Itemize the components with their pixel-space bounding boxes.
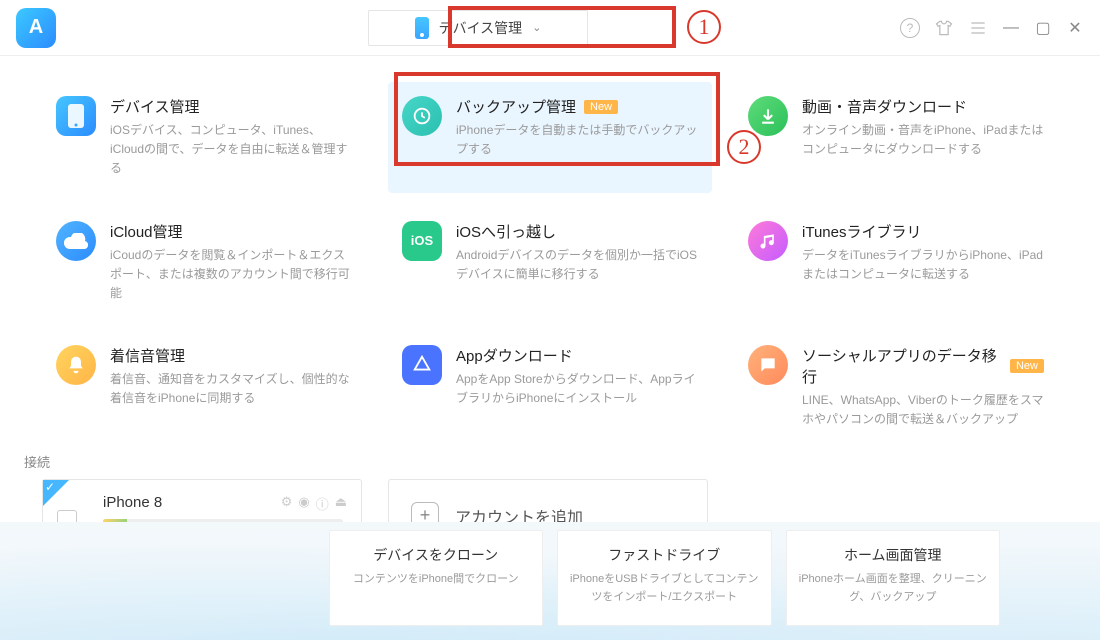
footer-card-title: ファストドライブ [568, 545, 761, 565]
card-title: iTunesライブラリ [802, 221, 921, 242]
eject-icon[interactable]: ⏏ [335, 494, 347, 513]
device-manage-dropdown[interactable]: デバイス管理 ⌄ [368, 10, 588, 46]
footer-card-clone[interactable]: デバイスをクローン コンテンツをiPhone間でクローン [329, 530, 544, 626]
menu-button[interactable] [968, 18, 988, 38]
card-desc: iOSデバイス、コンピュータ、iTunes、iCloudの間で、データを自由に転… [110, 121, 352, 179]
footer-card-title: ホーム画面管理 [797, 545, 990, 565]
card-ios-migration[interactable]: iOS iOSへ引っ越し Androidデバイスのデータを個別か一括でiOSデバ… [388, 207, 712, 318]
card-title: バックアップ管理 [456, 96, 576, 117]
card-desc: 着信音、通知音をカスタマイズし、個性的な着信音をiPhoneに同期する [110, 370, 352, 408]
card-desc: iCoudのデータを閲覧＆インポート＆エクスポート、または複数のアカウント間で移… [110, 246, 352, 304]
cloud-icon [56, 221, 96, 261]
gear-icon[interactable]: ⚙ [281, 494, 293, 513]
annotation-1: 1 [687, 10, 721, 44]
card-desc: データをiTunesライブラリからiPhone、iPadまたはコンピュータに転送… [802, 246, 1044, 284]
help-button[interactable]: ? [900, 18, 920, 38]
card-title: デバイス管理 [110, 96, 200, 117]
card-social-app-migration[interactable]: ソーシャルアプリのデータ移行 New LINE、WhatsApp、Viberのト… [734, 331, 1058, 443]
footer: デバイスをクローン コンテンツをiPhone間でクローン ファストドライブ iP… [0, 522, 1100, 640]
info-icon[interactable]: ⓘ [316, 494, 329, 513]
footer-card-fastdrive[interactable]: ファストドライブ iPhoneをUSBドライブとしてコンテンツをインポート/エク… [557, 530, 772, 626]
footer-card-desc: コンテンツをiPhone間でクローン [340, 571, 533, 589]
card-title: 動画・音声ダウンロード [802, 96, 967, 117]
chevron-down-icon: ⌄ [532, 21, 541, 34]
main-content: デバイス管理 iOSデバイス、コンピュータ、iTunes、iCloudの間で、デ… [0, 56, 1100, 444]
card-icloud-management[interactable]: iCloud管理 iCoudのデータを閲覧＆インポート＆エクスポート、または複数… [42, 207, 366, 318]
phone-icon [56, 96, 96, 136]
card-ringtone-management[interactable]: 着信音管理 着信音、通知音をカスタマイズし、個性的な着信音をiPhoneに同期す… [42, 331, 366, 443]
footer-card-desc: iPhoneホーム画面を整理、クリーニング、バックアップ [797, 571, 990, 606]
card-itunes-library[interactable]: iTunesライブラリ データをiTunesライブラリからiPhone、iPad… [734, 207, 1058, 318]
close-button[interactable]: ✕ [1066, 18, 1084, 38]
card-desc: LINE、WhatsApp、Viberのトーク履歴をスマホやパソコンの間で転送＆… [802, 391, 1044, 429]
check-icon [43, 480, 69, 506]
appstore-icon [402, 345, 442, 385]
maximize-button[interactable]: ▢ [1034, 18, 1052, 38]
minimize-button[interactable]: — [1002, 19, 1020, 37]
backup-icon [402, 96, 442, 136]
card-app-download[interactable]: Appダウンロード AppをApp Storeからダウンロード、Appライブラリ… [388, 331, 712, 443]
center-tab-label: デバイス管理 [439, 18, 523, 38]
card-title: iOSへ引っ越し [456, 221, 556, 242]
new-badge: New [1010, 359, 1044, 373]
app-logo: A [16, 8, 56, 48]
ios-icon: iOS [402, 221, 442, 261]
titlebar: A デバイス管理 ⌄ ? — ▢ ✕ [0, 0, 1100, 56]
card-desc: AppをApp Storeからダウンロード、AppライブラリからiPhoneにイ… [456, 370, 698, 408]
footer-card-desc: iPhoneをUSBドライブとしてコンテンツをインポート/エクスポート [568, 571, 761, 606]
footer-card-homescreen[interactable]: ホーム画面管理 iPhoneホーム画面を整理、クリーニング、バックアップ [786, 530, 1001, 626]
card-desc: iPhoneデータを自動または手動でバックアップする [456, 121, 698, 159]
disc-icon[interactable]: ◉ [298, 494, 309, 513]
card-backup-management[interactable]: バックアップ管理 New iPhoneデータを自動または手動でバックアップする [388, 82, 712, 193]
card-title: iCloud管理 [110, 221, 183, 242]
footer-card-title: デバイスをクローン [340, 545, 533, 565]
chat-icon [748, 345, 788, 385]
card-title: Appダウンロード [456, 345, 573, 366]
connect-label: 接続 [24, 452, 1100, 471]
phone-icon [415, 17, 429, 39]
card-title: 着信音管理 [110, 345, 185, 366]
card-device-management[interactable]: デバイス管理 iOSデバイス、コンピュータ、iTunes、iCloudの間で、デ… [42, 82, 366, 193]
annotation-2: 2 [727, 130, 761, 164]
card-desc: オンライン動画・音声をiPhone、iPadまたはコンピュータにダウンロードする [802, 121, 1044, 159]
card-title: ソーシャルアプリのデータ移行 [802, 345, 1002, 387]
download-icon [748, 96, 788, 136]
card-desc: Androidデバイスのデータを個別か一括でiOSデバイスに簡単に移行する [456, 246, 698, 284]
bell-icon [56, 345, 96, 385]
new-badge: New [584, 100, 618, 114]
card-media-download[interactable]: 動画・音声ダウンロード オンライン動画・音声をiPhone、iPadまたはコンピ… [734, 82, 1058, 193]
music-icon [748, 221, 788, 261]
skin-button[interactable] [934, 18, 954, 38]
